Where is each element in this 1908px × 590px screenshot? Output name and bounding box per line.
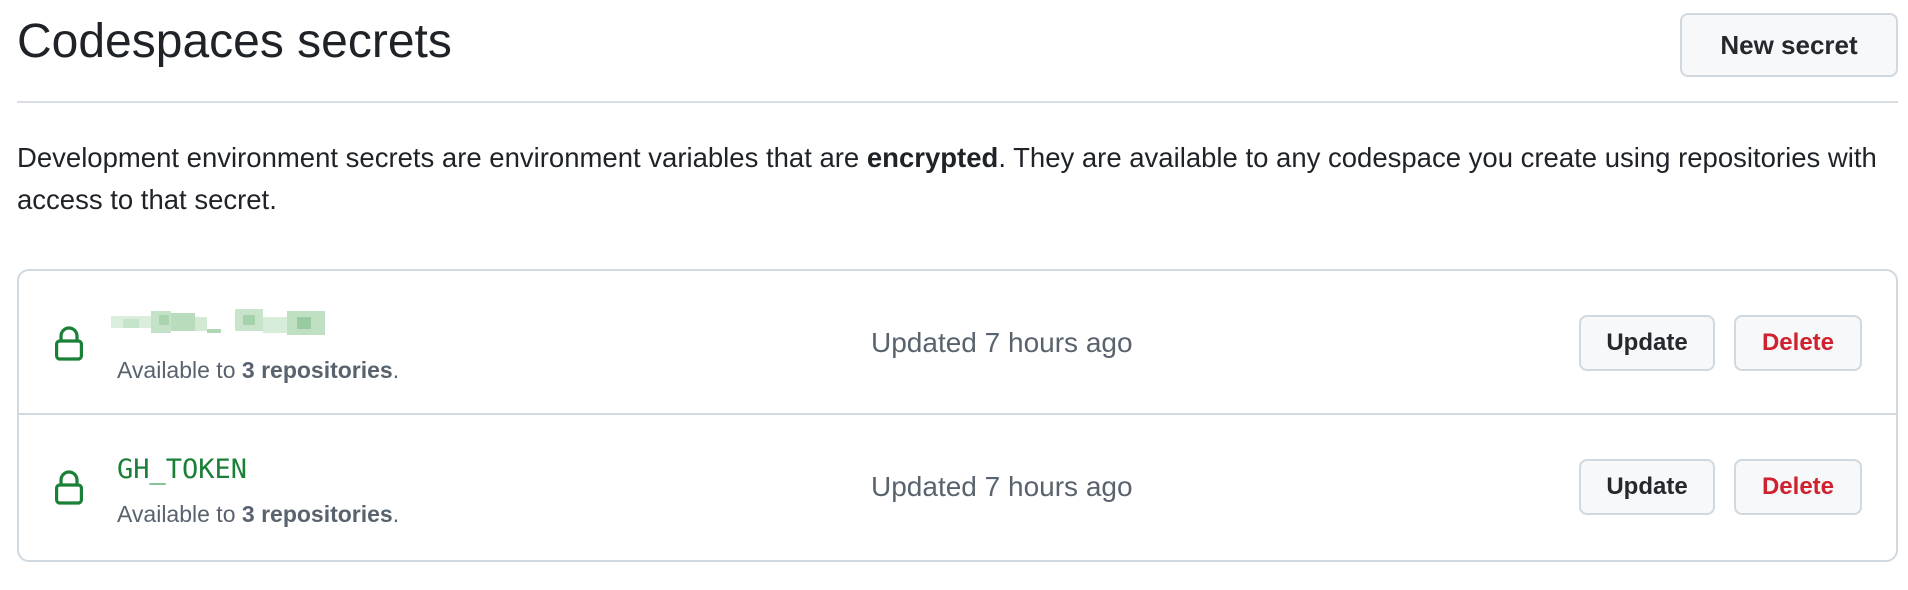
page-header: Codespaces secrets New secret (17, 0, 1898, 103)
secret-updated-time: Updated 7 hours ago (871, 471, 1133, 502)
repository-count: 3 repositories (241, 357, 393, 383)
lock-icon (54, 326, 83, 361)
secret-row: Available to 3 repositories. Updated 7 h… (19, 271, 1896, 415)
page-description: Development environment secrets are envi… (17, 137, 1877, 221)
secret-availability: Available to 3 repositories. (117, 499, 399, 529)
availability-suffix: . (392, 357, 400, 383)
obscured-secret-name (111, 309, 325, 335)
description-bold-text: encrypted (866, 142, 999, 173)
secret-availability: Available to 3 repositories. (117, 355, 399, 385)
update-secret-button[interactable]: Update (1579, 315, 1715, 371)
repository-count: 3 repositories (241, 501, 393, 527)
availability-prefix: Available to (117, 501, 242, 527)
update-secret-button[interactable]: Update (1579, 459, 1715, 515)
page-title: Codespaces secrets (17, 15, 452, 68)
secret-row: GH_TOKEN Available to 3 repositories. Up… (19, 415, 1896, 559)
delete-secret-button[interactable]: Delete (1734, 315, 1862, 371)
delete-secret-button[interactable]: Delete (1734, 459, 1862, 515)
description-text-start: Development environment secrets are envi… (17, 142, 867, 173)
availability-prefix: Available to (117, 357, 242, 383)
new-secret-button[interactable]: New secret (1680, 13, 1898, 77)
lock-icon (54, 470, 83, 505)
secrets-list: Available to 3 repositories. Updated 7 h… (17, 269, 1898, 562)
codespaces-secrets-page: Codespaces secrets New secret Developmen… (0, 0, 1908, 590)
secret-name: GH_TOKEN (117, 454, 248, 485)
secret-updated-time: Updated 7 hours ago (871, 327, 1133, 358)
availability-suffix: . (392, 501, 400, 527)
